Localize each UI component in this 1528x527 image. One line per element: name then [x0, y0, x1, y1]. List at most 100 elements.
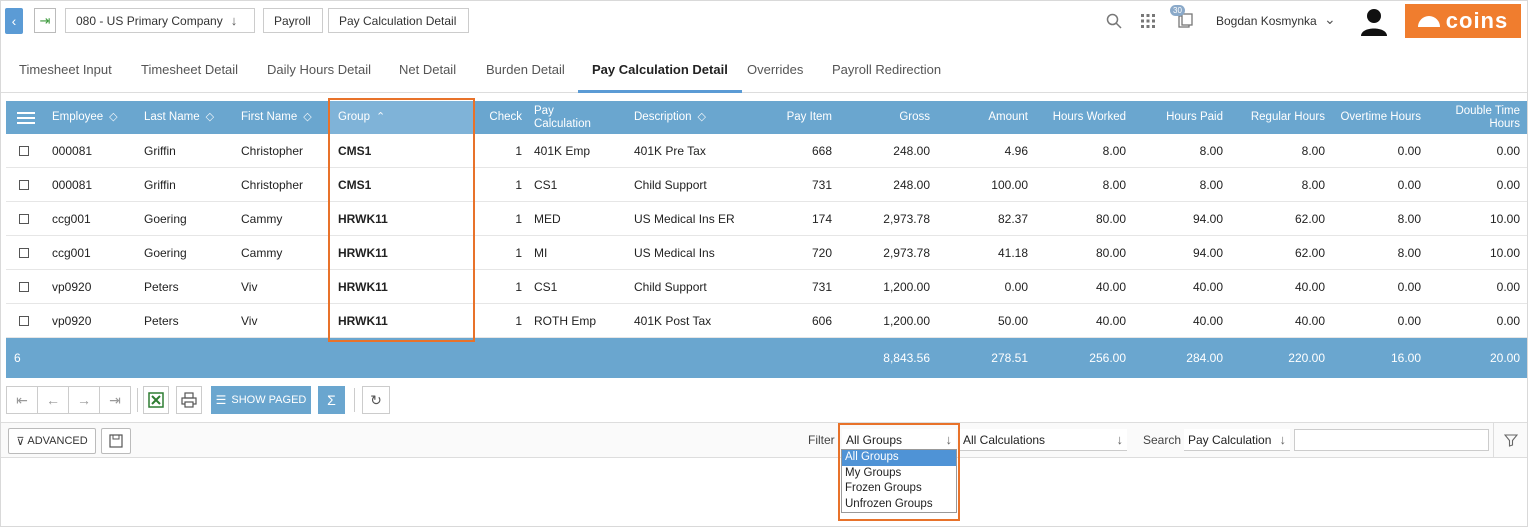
refresh-button[interactable]: ↻ [362, 386, 390, 414]
filter-toggle-button[interactable] [1493, 423, 1527, 457]
column-amount[interactable]: Amount [956, 101, 1028, 134]
tab-burden-detail[interactable]: Burden Detail [472, 53, 579, 93]
column-gross[interactable]: Gross [856, 101, 930, 134]
cell-first-name: Christopher [241, 178, 304, 192]
show-paged-button[interactable]: ☰ SHOW PAGED [211, 386, 311, 414]
user-name[interactable]: Bogdan Kosmynka [1216, 14, 1317, 28]
cell-employee: 000081 [52, 178, 93, 192]
tab-payroll-redirection[interactable]: Payroll Redirection [818, 53, 955, 93]
column-pay-calculation[interactable]: Pay Calculation [534, 101, 591, 134]
print-button[interactable] [176, 386, 202, 414]
column-pay-item[interactable]: Pay Item [766, 101, 832, 134]
tab-net-detail[interactable]: Net Detail [385, 53, 470, 93]
group-option-frozen[interactable]: Frozen Groups [842, 481, 956, 497]
column-first-name[interactable]: First Name ◇ [241, 101, 312, 134]
breadcrumb-module[interactable]: Payroll [263, 8, 323, 33]
breadcrumb-home[interactable]: ⇥ [34, 8, 56, 33]
breadcrumb-page-label: Pay Calculation Detail [339, 13, 457, 28]
cell-regular-hours: 62.00 [1294, 246, 1325, 260]
cell-last-name: Goering [144, 246, 187, 260]
save-filter-button[interactable] [101, 428, 131, 454]
save-icon [109, 434, 123, 448]
grid-totals-row: 6 8,843.56 278.51 256.00 284.00 220.00 1… [6, 338, 1527, 378]
search-icon[interactable] [1104, 11, 1124, 31]
breadcrumb-company[interactable]: 080 - US Primary Company ↓ [65, 8, 255, 33]
pay-calculation-grid: Employee ◇ Last Name ◇ First Name ◇ Group ⌃ … [6, 101, 1527, 378]
totals-button[interactable]: Σ [318, 386, 345, 414]
total-gross: 8,843.56 [883, 351, 930, 365]
breadcrumb-page[interactable]: Pay Calculation Detail [328, 8, 469, 33]
group-filter-dropdown: All Groups My Groups Frozen Groups Unfro… [841, 449, 957, 513]
advanced-filter-button[interactable]: ⊽ ADVANCED [8, 428, 96, 454]
column-hours-worked[interactable]: Hours Worked [1036, 101, 1126, 134]
chevron-down-icon[interactable]: ⌄ [1324, 11, 1336, 28]
table-row[interactable]: ccg001 Goering Cammy HRWK11 1 MI US Medical In… [6, 236, 1527, 270]
avatar[interactable] [1359, 6, 1389, 36]
cell-hours-paid: 40.00 [1192, 280, 1223, 294]
row-checkbox[interactable] [19, 248, 29, 258]
column-description[interactable]: Description ◇ [634, 101, 706, 134]
tab-overrides[interactable]: Overrides [733, 53, 817, 93]
column-employee[interactable]: Employee ◇ [52, 101, 118, 134]
filter-add-icon: ⊽ [16, 435, 25, 448]
column-double-time-hours[interactable]: Double Time Hours [1426, 101, 1520, 134]
cell-amount: 82.37 [997, 212, 1028, 226]
group-option-all[interactable]: All Groups [842, 450, 956, 466]
column-first-name-label: First Name [241, 111, 298, 123]
sum-icon: Σ [327, 392, 336, 408]
breadcrumb-module-label: Payroll [274, 13, 311, 28]
column-regular-hours[interactable]: Regular Hours [1231, 101, 1325, 134]
table-row[interactable]: 000081 Griffin Christopher CMS1 1 401K Emp 401… [6, 134, 1527, 168]
column-overtime-hours[interactable]: Overtime Hours [1326, 101, 1421, 134]
column-gross-label: Gross [899, 111, 930, 123]
cell-first-name: Christopher [241, 144, 304, 158]
column-check[interactable]: Check [476, 101, 522, 134]
column-last-name[interactable]: Last Name ◇ [144, 101, 214, 134]
table-row[interactable]: ccg001 Goering Cammy HRWK11 1 MED US Medical I… [6, 202, 1527, 236]
row-checkbox[interactable] [19, 316, 29, 326]
tab-daily-hours-detail[interactable]: Daily Hours Detail [253, 53, 385, 93]
cell-pay-calc: 401K Emp [534, 144, 591, 158]
first-page-button[interactable]: ⇤ [6, 386, 38, 414]
cell-hours-worked: 40.00 [1095, 280, 1126, 294]
cell-gross: 248.00 [893, 144, 930, 158]
apps-grid-icon[interactable] [1138, 11, 1158, 31]
column-hours-paid[interactable]: Hours Paid [1136, 101, 1223, 134]
previous-page-button[interactable]: ← [37, 386, 69, 414]
total-regular-hours: 220.00 [1288, 351, 1325, 365]
export-excel-button[interactable] [143, 386, 169, 414]
tab-timesheet-detail[interactable]: Timesheet Detail [127, 53, 252, 93]
sort-icon: ◇ [303, 111, 312, 123]
search-input[interactable] [1294, 429, 1489, 451]
next-page-button[interactable]: → [68, 386, 100, 414]
group-option-unfrozen[interactable]: Unfrozen Groups [842, 497, 956, 513]
cell-description: Child Support [634, 178, 707, 192]
row-checkbox[interactable] [19, 180, 29, 190]
cell-gross: 2,973.78 [883, 212, 930, 226]
calculation-filter-select[interactable]: All Calculations ↓ [959, 429, 1127, 451]
filter-icon [1503, 434, 1518, 447]
group-option-my[interactable]: My Groups [842, 466, 956, 482]
cell-description: 401K Post Tax [634, 314, 712, 328]
cell-hours-paid: 40.00 [1192, 314, 1223, 328]
row-checkbox[interactable] [19, 282, 29, 292]
search-field-select[interactable]: Pay Calculation ↓ [1184, 429, 1290, 451]
cell-check: 1 [515, 212, 522, 226]
row-checkbox[interactable] [19, 214, 29, 224]
cell-last-name: Griffin [144, 144, 176, 158]
tab-timesheet-input[interactable]: Timesheet Input [5, 53, 126, 93]
cell-pay-item: 731 [811, 178, 832, 192]
cell-gross: 1,200.00 [883, 314, 930, 328]
table-row[interactable]: vp0920 Peters Viv HRWK11 1 CS1 Child Support 73… [6, 270, 1527, 304]
table-row[interactable]: vp0920 Peters Viv HRWK11 1 ROTH Emp 401K Post … [6, 304, 1527, 338]
back-button[interactable]: ‹ [5, 8, 23, 34]
table-row[interactable]: 000081 Griffin Christopher CMS1 1 CS1 Child Su… [6, 168, 1527, 202]
cell-amount: 100.00 [991, 178, 1028, 192]
total-overtime-hours: 16.00 [1390, 351, 1421, 365]
column-menu-icon[interactable] [17, 112, 35, 124]
tab-pay-calculation-detail[interactable]: Pay Calculation Detail [578, 53, 742, 93]
row-checkbox[interactable] [19, 146, 29, 156]
last-page-button[interactable]: ⇥ [99, 386, 131, 414]
group-filter-select[interactable]: All Groups ↓ [842, 429, 956, 451]
column-group[interactable]: Group ⌃ [328, 101, 474, 134]
